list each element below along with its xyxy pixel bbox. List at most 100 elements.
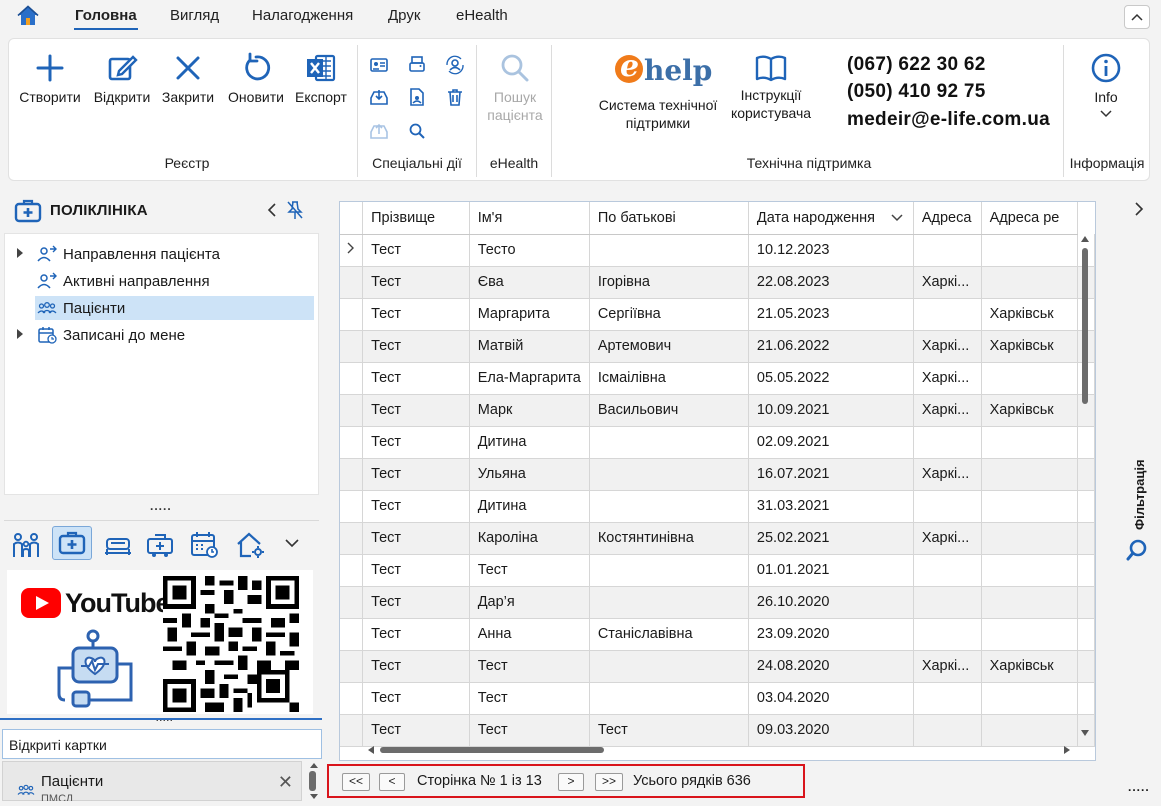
- table-row[interactable]: Тест Анна Станіславівна 23.09.2020: [340, 618, 1095, 651]
- table-cell[interactable]: [981, 554, 1079, 587]
- support-system-button[interactable]: Система технічної підтримки: [595, 96, 721, 132]
- table-cell[interactable]: [981, 266, 1079, 299]
- home-settings-icon[interactable]: [234, 529, 266, 561]
- splitter-handle[interactable]: .....: [150, 499, 172, 513]
- close-button[interactable]: Закрити: [159, 51, 217, 105]
- resize-grip[interactable]: .....: [1128, 780, 1150, 794]
- table-row[interactable]: Тест Дитина 02.09.2021: [340, 426, 1095, 459]
- table-cell[interactable]: [981, 362, 1079, 395]
- table-cell[interactable]: Дитина: [469, 490, 590, 523]
- table-cell[interactable]: Харківськ: [981, 298, 1079, 331]
- table-cell[interactable]: Єва: [469, 266, 590, 299]
- ehelp-logo[interactable]: e help: [613, 49, 712, 91]
- user-instructions-button[interactable]: Інструкції користувача: [723, 51, 819, 122]
- table-cell[interactable]: Харківськ: [981, 650, 1079, 683]
- table-cell[interactable]: Тест: [362, 234, 470, 267]
- tree-item-patient-referral[interactable]: Направлення пацієнта: [5, 242, 318, 266]
- table-cell[interactable]: [981, 586, 1079, 619]
- chevron-left-icon[interactable]: [266, 203, 278, 217]
- table-cell[interactable]: [589, 458, 749, 491]
- table-cell[interactable]: Тест: [362, 618, 470, 651]
- table-cell[interactable]: Харківськ: [981, 394, 1079, 427]
- table-cell[interactable]: 31.03.2021: [748, 490, 914, 523]
- table-cell[interactable]: Тест: [362, 426, 470, 459]
- table-cell[interactable]: 21.05.2023: [748, 298, 914, 331]
- table-cell[interactable]: [589, 234, 749, 267]
- tab-ehealth[interactable]: eHealth: [456, 7, 508, 24]
- refresh-button[interactable]: Оновити: [223, 51, 289, 105]
- table-row[interactable]: Тест Тест 03.04.2020: [340, 682, 1095, 715]
- close-icon[interactable]: ✕: [278, 772, 293, 793]
- last-page-button[interactable]: >>: [595, 773, 623, 791]
- table-row[interactable]: Тест Ела-Маргарита Ісмаілівна 05.05.2022 Хар…: [340, 362, 1095, 395]
- printer-doc-icon[interactable]: [407, 55, 427, 75]
- column-header-patronymic[interactable]: По батькові: [589, 202, 749, 235]
- search-patient-button[interactable]: Пошук пацієнта: [482, 51, 548, 123]
- collapse-ribbon-button[interactable]: [1124, 5, 1150, 29]
- table-cell[interactable]: Тест: [362, 458, 470, 491]
- calendar-clock-icon[interactable]: [188, 529, 220, 561]
- grid-horizontal-scrollbar[interactable]: [366, 742, 1076, 758]
- support-email[interactable]: medeir@e-life.com.ua: [847, 109, 1050, 131]
- table-cell[interactable]: Харкі...: [913, 330, 982, 363]
- table-cell[interactable]: Тест: [362, 362, 470, 395]
- user-sync-icon[interactable]: [445, 55, 465, 75]
- table-cell[interactable]: Анна: [469, 618, 590, 651]
- table-cell[interactable]: Ульяна: [469, 458, 590, 491]
- table-cell[interactable]: Харкі...: [913, 266, 982, 299]
- tree-item-active-referrals[interactable]: Активні направлення: [5, 269, 318, 293]
- expand-arrow-icon[interactable]: [17, 329, 23, 339]
- inbox-download-icon[interactable]: [369, 87, 389, 107]
- table-cell[interactable]: [913, 490, 982, 523]
- table-cell[interactable]: [913, 234, 982, 267]
- first-page-button[interactable]: <<: [342, 773, 370, 791]
- table-cell[interactable]: Тест: [362, 650, 470, 683]
- table-cell[interactable]: [981, 458, 1079, 491]
- table-cell[interactable]: [913, 586, 982, 619]
- next-page-button[interactable]: >: [558, 773, 584, 791]
- table-cell[interactable]: 01.01.2021: [748, 554, 914, 587]
- tab-print[interactable]: Друк: [388, 7, 420, 24]
- table-cell[interactable]: [913, 554, 982, 587]
- open-button[interactable]: Відкрити: [90, 51, 154, 105]
- table-cell[interactable]: [981, 426, 1079, 459]
- table-cell[interactable]: Матвій: [469, 330, 590, 363]
- promo-banner[interactable]: YouTube: [7, 570, 313, 714]
- table-cell[interactable]: Ісмаілівна: [589, 362, 749, 395]
- table-cell[interactable]: Тест: [469, 554, 590, 587]
- table-cell[interactable]: Марк: [469, 394, 590, 427]
- table-cell[interactable]: 21.06.2022: [748, 330, 914, 363]
- table-cell[interactable]: [913, 426, 982, 459]
- table-cell[interactable]: Харкі...: [913, 362, 982, 395]
- table-cell[interactable]: [589, 586, 749, 619]
- info-button[interactable]: Info: [1073, 51, 1139, 121]
- table-cell[interactable]: [589, 554, 749, 587]
- tab-home[interactable]: Головна: [74, 7, 138, 30]
- table-row[interactable]: Тест Єва Ігорівна 22.08.2023 Харкі...: [340, 266, 1095, 299]
- table-cell[interactable]: Тест: [362, 394, 470, 427]
- ambulance-icon[interactable]: [144, 529, 176, 561]
- table-cell[interactable]: Тест: [469, 682, 590, 715]
- table-row[interactable]: Тест Тест 24.08.2020 Харкі... Харківськ: [340, 650, 1095, 683]
- table-cell[interactable]: Тест: [362, 554, 470, 587]
- table-cell[interactable]: 05.05.2022: [748, 362, 914, 395]
- table-cell[interactable]: Харкі...: [913, 650, 982, 683]
- table-cell[interactable]: 23.09.2020: [748, 618, 914, 651]
- tree-item-registered-to-me[interactable]: Записані до мене: [5, 323, 318, 347]
- table-row[interactable]: Тест Тесто 10.12.2023: [340, 234, 1095, 267]
- table-cell[interactable]: Кароліна: [469, 522, 590, 555]
- column-header-surname[interactable]: Прізвище: [362, 202, 470, 235]
- table-cell[interactable]: 22.08.2023: [748, 266, 914, 299]
- tree-item-patients[interactable]: Пацієнти: [5, 296, 318, 320]
- table-row[interactable]: Тест Кароліна Костянтинівна 25.02.2021 Харкі…: [340, 522, 1095, 555]
- column-header-name[interactable]: Ім'я: [469, 202, 590, 235]
- open-card-patients[interactable]: Пацієнти ПМСД ✕: [2, 761, 302, 801]
- table-cell[interactable]: Тест: [362, 330, 470, 363]
- table-cell[interactable]: Костянтинівна: [589, 522, 749, 555]
- table-row[interactable]: Тест Дар’я 26.10.2020: [340, 586, 1095, 619]
- search-small-icon[interactable]: [407, 121, 427, 141]
- chevron-down-icon[interactable]: [284, 535, 300, 551]
- table-cell[interactable]: 26.10.2020: [748, 586, 914, 619]
- table-cell[interactable]: 25.02.2021: [748, 522, 914, 555]
- prev-page-button[interactable]: <: [379, 773, 405, 791]
